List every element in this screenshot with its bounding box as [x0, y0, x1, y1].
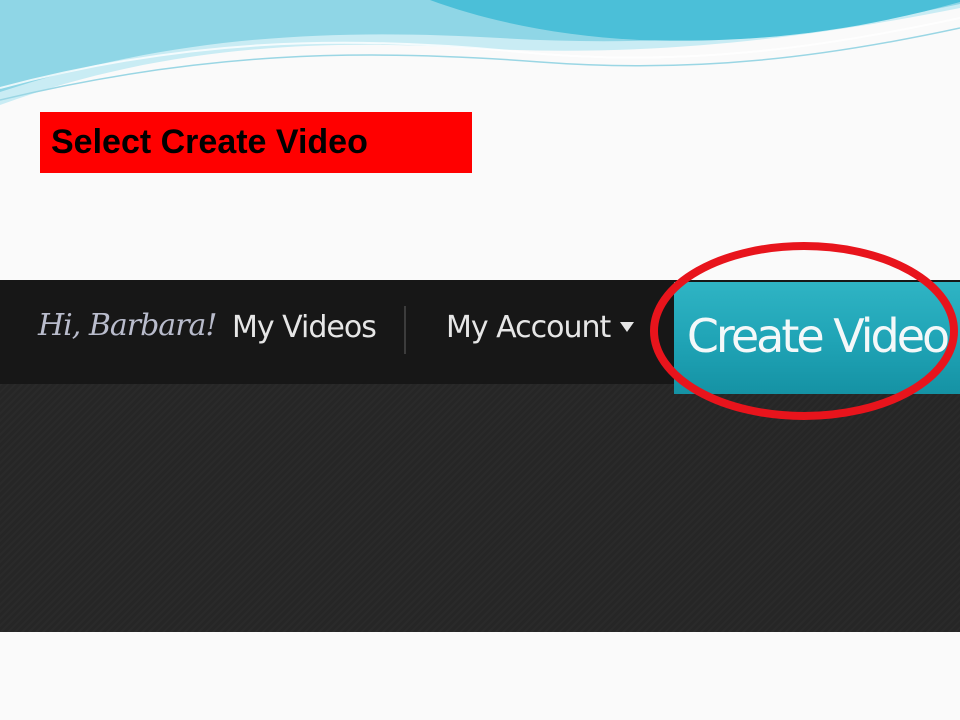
nav-my-videos[interactable]: My Videos	[232, 310, 377, 345]
instruction-label: Select Create Video	[40, 112, 472, 173]
user-greeting: Hi, Barbara!	[38, 308, 217, 343]
app-screenshot: Hi, Barbara! My Videos My Account Create…	[0, 280, 960, 632]
content-area	[0, 384, 960, 632]
decorative-wave	[0, 0, 960, 105]
caret-down-icon[interactable]	[620, 322, 634, 332]
create-video-button[interactable]: Create Video	[674, 282, 960, 394]
nav-my-account[interactable]: My Account	[446, 310, 611, 345]
nav-divider	[404, 306, 406, 354]
